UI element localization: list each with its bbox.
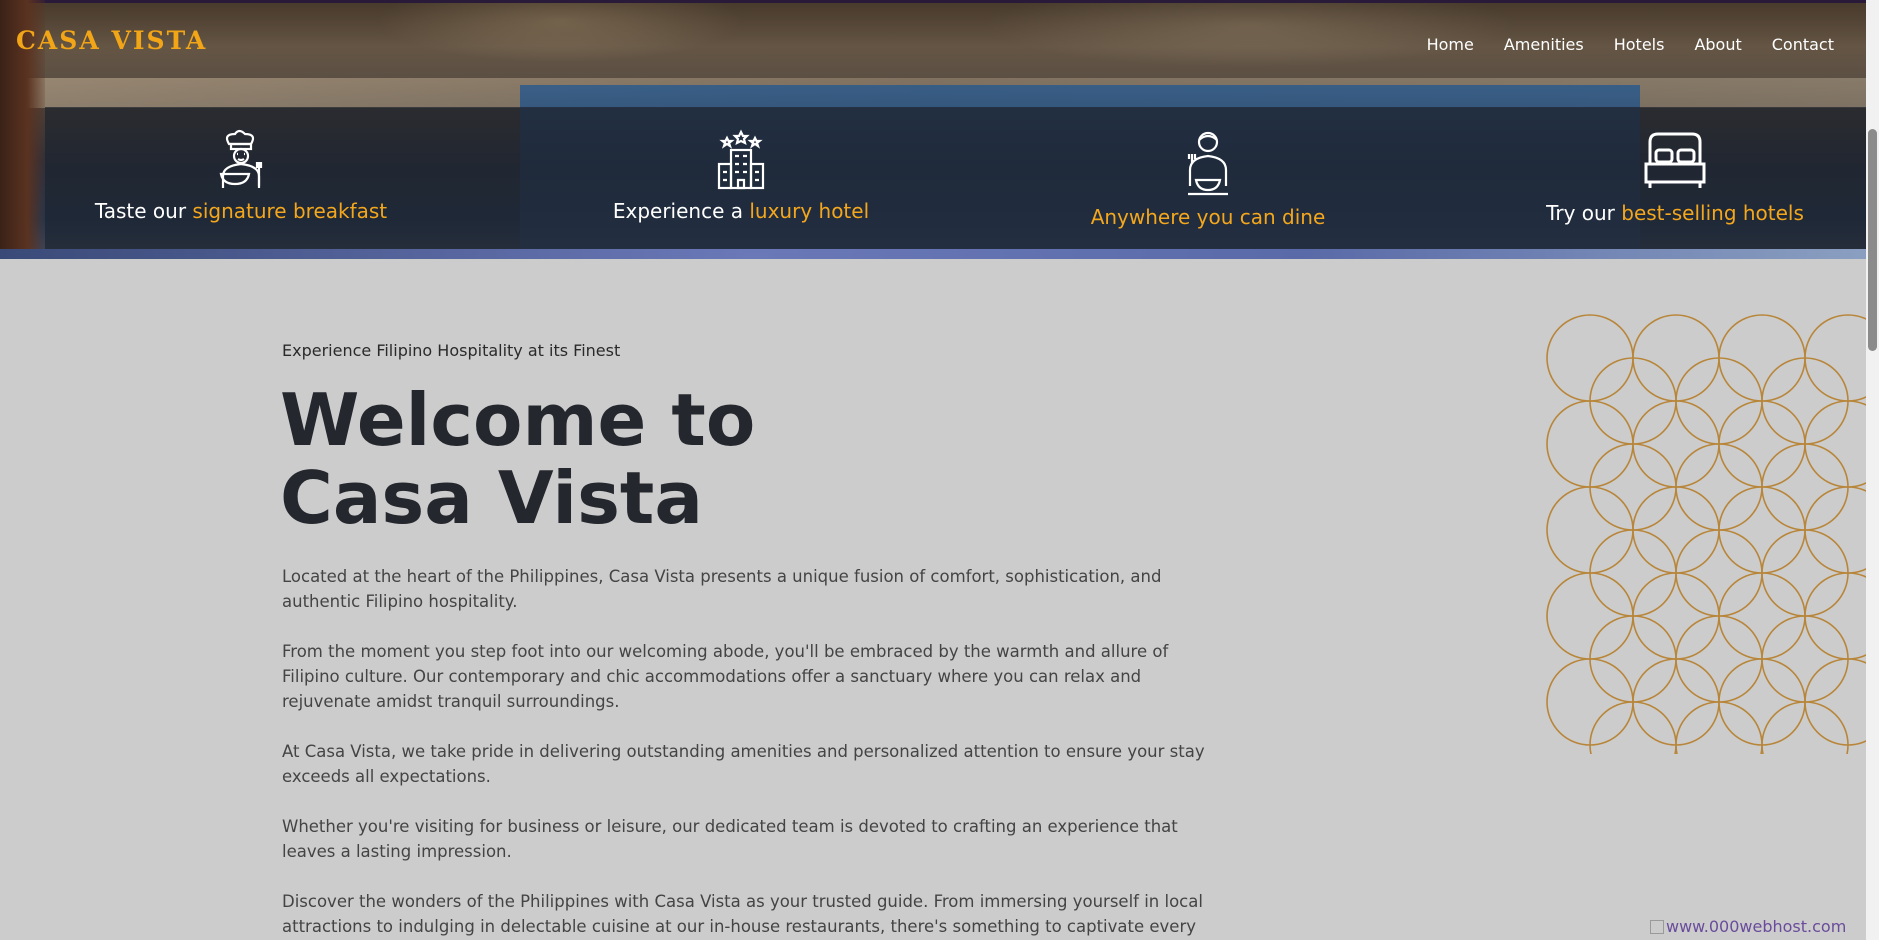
feature-prefix: Experience a [612, 199, 750, 223]
welcome-paragraph: At Casa Vista, we take pride in deliveri… [282, 742, 1205, 786]
feature-highlight: signature breakfast [192, 199, 388, 223]
bed-icon [1644, 132, 1706, 188]
pattern-circle [1546, 658, 1634, 746]
pattern-circle [1804, 486, 1866, 574]
welcome-paragraph: Discover the wonders of the Philippines … [282, 892, 1203, 936]
pattern-circle [1632, 572, 1720, 660]
pattern-circle [1632, 314, 1720, 402]
feature-highlight: Anywhere you can dine [1090, 205, 1326, 229]
pattern-circle [1675, 529, 1763, 617]
scrollbar-thumb[interactable] [1868, 129, 1877, 351]
pattern-circle [1675, 357, 1763, 445]
feature-band: Taste our signature breakfast Experience… [45, 107, 1866, 249]
welcome-tagline: Experience Filipino Hospitality at its F… [282, 341, 621, 360]
pattern-circle [1675, 615, 1763, 703]
pattern-circle [1804, 658, 1866, 746]
pattern-circle [1718, 658, 1806, 746]
broken-image-icon [1650, 920, 1664, 934]
hero-top-border [0, 0, 1866, 3]
hero-bottom-strip [0, 249, 1866, 259]
feature-highlight: luxury hotel [749, 199, 870, 223]
chef-icon [219, 129, 263, 188]
feature-best-selling-text: Try our best-selling hotels [1475, 200, 1866, 226]
pattern-circle [1589, 529, 1677, 617]
pattern-circle [1718, 314, 1806, 402]
feature-highlight: best-selling hotels [1621, 201, 1804, 225]
nav-home[interactable]: Home [1427, 34, 1474, 56]
pattern-circle [1589, 443, 1677, 531]
pattern-circle [1761, 529, 1849, 617]
main-nav: Home Amenities Hotels About Contact [1427, 34, 1866, 56]
nav-amenities[interactable]: Amenities [1504, 34, 1584, 56]
feature-dine: Anywhere you can dine [1008, 128, 1408, 230]
nav-contact[interactable]: Contact [1772, 34, 1834, 56]
hero-banner: CASA VISTA Home Amenities Hotels About C… [0, 0, 1866, 259]
page-scrollbar[interactable] [1866, 0, 1879, 940]
pattern-circle [1718, 572, 1806, 660]
pattern-circle [1804, 400, 1866, 488]
welcome-section: Experience Filipino Hospitality at its F… [0, 259, 1866, 940]
pattern-circle [1804, 572, 1866, 660]
nav-about[interactable]: About [1694, 34, 1741, 56]
feature-luxury-hotel: Experience a luxury hotel [541, 128, 941, 224]
feature-prefix: Taste our [94, 199, 193, 223]
nav-hotels[interactable]: Hotels [1614, 34, 1665, 56]
pattern-circle [1632, 658, 1720, 746]
welcome-body: Located at the heart of the Philippines,… [282, 564, 1222, 940]
welcome-heading-line1: Welcome to [280, 378, 756, 462]
welcome-paragraph: Whether you're visiting for business or … [282, 817, 1178, 861]
pattern-circle [1632, 486, 1720, 574]
pattern-circle [1804, 314, 1866, 402]
pattern-circle [1632, 400, 1720, 488]
feature-luxury-hotel-text: Experience a luxury hotel [541, 198, 941, 224]
dining-person-icon [1187, 131, 1228, 196]
welcome-heading-line2: Casa Vista [280, 456, 703, 540]
pattern-circle [1546, 314, 1634, 402]
pattern-circle [1546, 400, 1634, 488]
webhost-badge[interactable]: www.000webhost.com [1650, 917, 1846, 936]
pattern-circle [1761, 357, 1849, 445]
welcome-paragraph: From the moment you step foot into our w… [282, 642, 1169, 711]
pattern-circle [1546, 572, 1634, 660]
pattern-circle [1675, 443, 1763, 531]
feature-breakfast: Taste our signature breakfast [41, 128, 441, 224]
pattern-circle [1546, 486, 1634, 574]
pattern-circle [1589, 615, 1677, 703]
welcome-heading: Welcome to Casa Vista [280, 381, 1080, 537]
pattern-circle [1761, 443, 1849, 531]
feature-prefix: Try our [1546, 201, 1622, 225]
feature-dine-text: Anywhere you can dine [1008, 204, 1408, 230]
feature-breakfast-text: Taste our signature breakfast [41, 198, 441, 224]
pattern-circle [1718, 486, 1806, 574]
pattern-circle [1589, 357, 1677, 445]
hotel-building-icon [717, 129, 765, 190]
feature-best-selling: Try our best-selling hotels [1475, 128, 1866, 226]
site-logo[interactable]: CASA VISTA [16, 26, 207, 55]
pattern-circle [1718, 400, 1806, 488]
decorative-circle-pattern [1546, 314, 1866, 754]
pattern-circle [1761, 615, 1849, 703]
welcome-paragraph: Located at the heart of the Philippines,… [282, 567, 1162, 611]
webhost-badge-alt: www.000webhost.com [1666, 917, 1847, 936]
